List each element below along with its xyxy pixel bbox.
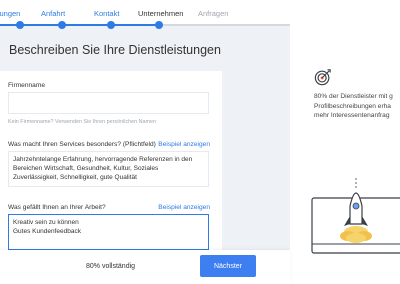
target-icon bbox=[314, 69, 331, 86]
step-dot-unternehmen bbox=[155, 21, 163, 29]
main-content: Beschreiben Sie Ihre Dienstleistungen Fi… bbox=[0, 29, 290, 284]
special-line: Bereichen Wirtschaft, Gesundheit, Kultur… bbox=[13, 165, 159, 172]
bottom-bar: 80% vollständig Nächster bbox=[0, 250, 290, 284]
info-line: 80% der Dienstleister mit g bbox=[314, 93, 393, 100]
rocket-launch-illustration bbox=[311, 178, 400, 254]
likes-line: Gutes Kundenfeedback bbox=[13, 228, 81, 235]
step-label-unternehmen: Unternehmen bbox=[138, 9, 184, 18]
progress-stepper: istungen Anfahrt Kontakt Unternehmen Anf… bbox=[0, 0, 290, 29]
special-textarea[interactable]: Jahrzehntelange Erfahrung, hervorragende… bbox=[8, 151, 209, 187]
step-label-anfragen: Anfragen bbox=[198, 9, 229, 18]
next-button[interactable]: Nächster bbox=[200, 255, 256, 277]
likes-label: Was gefällt Ihnen an Ihrer Arbeit? bbox=[8, 204, 106, 211]
progress-text: 80% vollständig bbox=[86, 263, 136, 270]
special-label: Was macht Ihren Services besonders? (Pfl… bbox=[8, 141, 156, 148]
info-line: Profilbeschreibungen erha bbox=[314, 102, 391, 110]
step-label-services[interactable]: istungen bbox=[0, 9, 20, 18]
step-label-anfahrt[interactable]: Anfahrt bbox=[41, 9, 65, 18]
company-name-hint: Kein Firmenname? Verwenden Sie Ihren per… bbox=[8, 119, 157, 125]
step-dot-kontakt bbox=[107, 21, 115, 29]
step-dot-anfahrt bbox=[58, 21, 66, 29]
info-line: mehr Interessentenanfrag bbox=[314, 112, 390, 119]
step-dot-services bbox=[16, 21, 24, 29]
likes-example-link[interactable]: Beispiel anzeigen bbox=[158, 204, 210, 211]
step-line-remaining bbox=[158, 24, 290, 26]
likes-line: Kreativ sein zu können bbox=[13, 219, 79, 226]
info-text: 80% der Dienstleister mit g Profilbeschr… bbox=[314, 92, 400, 121]
step-label-kontakt[interactable]: Kontakt bbox=[94, 9, 119, 18]
page-title: Beschreiben Sie Ihre Dienstleistungen bbox=[9, 43, 221, 57]
special-line: Zuverlässigkeit, Schnelligkeit, gute Qua… bbox=[13, 174, 137, 181]
company-name-input[interactable] bbox=[8, 92, 209, 114]
likes-textarea[interactable]: Kreativ sein zu können Gutes Kundenfeedb… bbox=[8, 214, 209, 250]
special-line: Jahrzehntelange Erfahrung, hervorragende… bbox=[13, 156, 193, 163]
info-sidebar: 80% der Dienstleister mit g Profilbeschr… bbox=[290, 0, 400, 284]
company-name-label: Firmenname bbox=[8, 82, 46, 89]
special-example-link[interactable]: Beispiel anzeigen bbox=[158, 141, 210, 148]
